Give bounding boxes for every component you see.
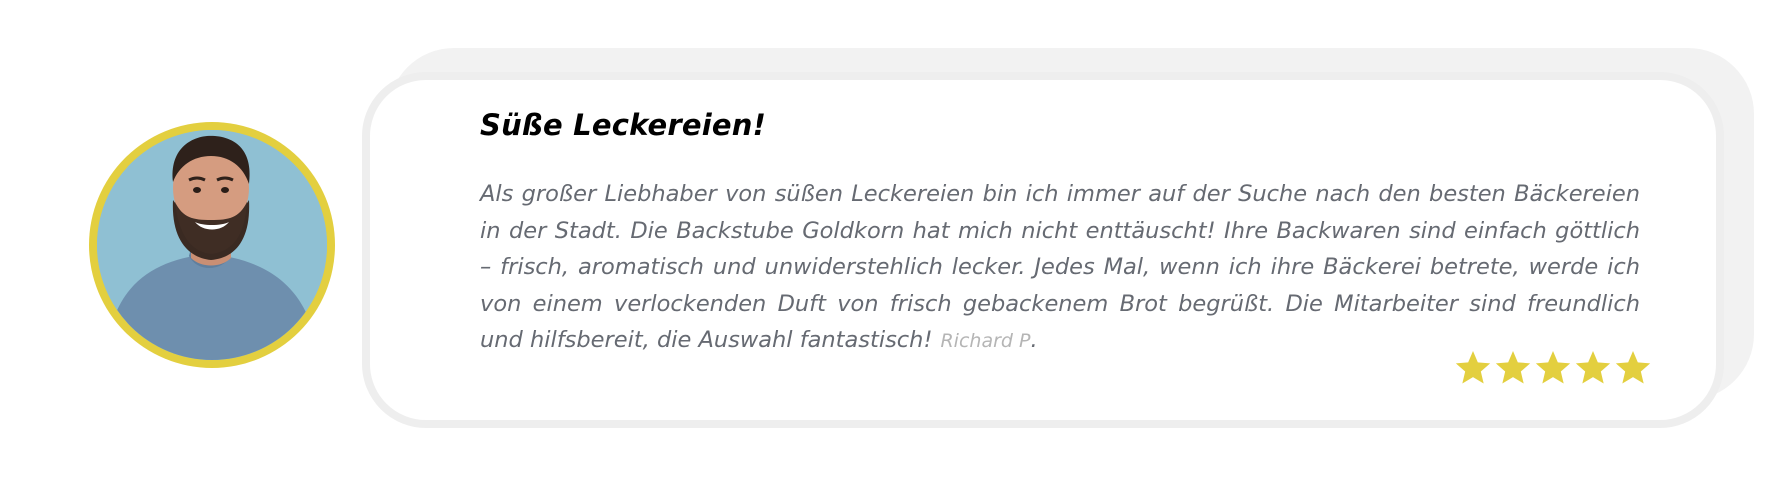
star-icon [1615,351,1651,384]
testimonial-text: Als großer Liebhaber von süßen Leckereie… [480,176,1640,360]
star-rating [1453,348,1653,388]
testimonial-title: Süße Leckereien! [480,108,767,142]
avatar-photo [97,130,327,360]
avatar [97,130,327,360]
testimonial-author-suffix: . [1030,327,1038,353]
avatar-ring [89,122,335,368]
star-icon [1575,351,1611,384]
testimonial-body: Als großer Liebhaber von süßen Leckereie… [480,181,1640,353]
star-icon [1495,351,1531,384]
testimonial-author: Richard P [940,330,1031,352]
star-icon [1455,351,1491,384]
star-icon [1535,351,1571,384]
